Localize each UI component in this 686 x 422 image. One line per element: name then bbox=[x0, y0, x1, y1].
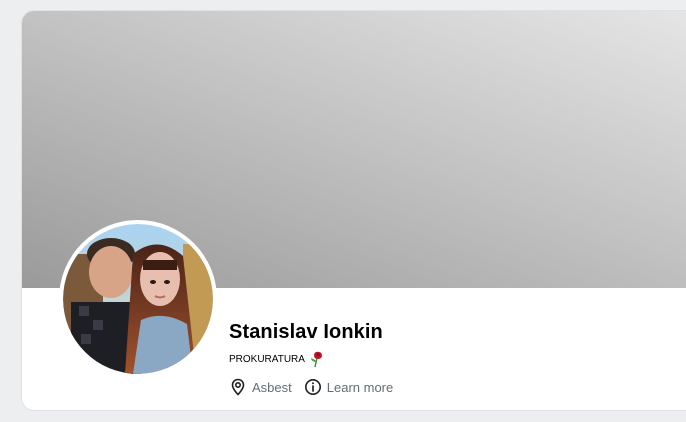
learn-more-text: Learn more bbox=[326, 379, 394, 395]
rose-icon bbox=[308, 350, 326, 368]
location-text: Asbest bbox=[252, 379, 292, 395]
info-circle-icon bbox=[304, 378, 322, 396]
profile-meta: Asbest Learn more bbox=[229, 377, 393, 397]
avatar-photo bbox=[63, 224, 213, 374]
profile-page: Stanislav Ionkin PROKURATURA Asbest Lear… bbox=[0, 0, 686, 422]
profile-avatar[interactable] bbox=[59, 220, 217, 378]
location-pin-icon bbox=[229, 378, 247, 396]
learn-more-link[interactable]: Learn more bbox=[304, 378, 393, 396]
status-text: PROKURATURA bbox=[229, 353, 305, 365]
profile-name: Stanislav Ionkin bbox=[229, 321, 383, 343]
location-link[interactable]: Asbest bbox=[229, 378, 292, 396]
profile-status[interactable]: PROKURATURA bbox=[229, 349, 326, 369]
profile-card: Stanislav Ionkin PROKURATURA Asbest Lear… bbox=[22, 11, 686, 410]
